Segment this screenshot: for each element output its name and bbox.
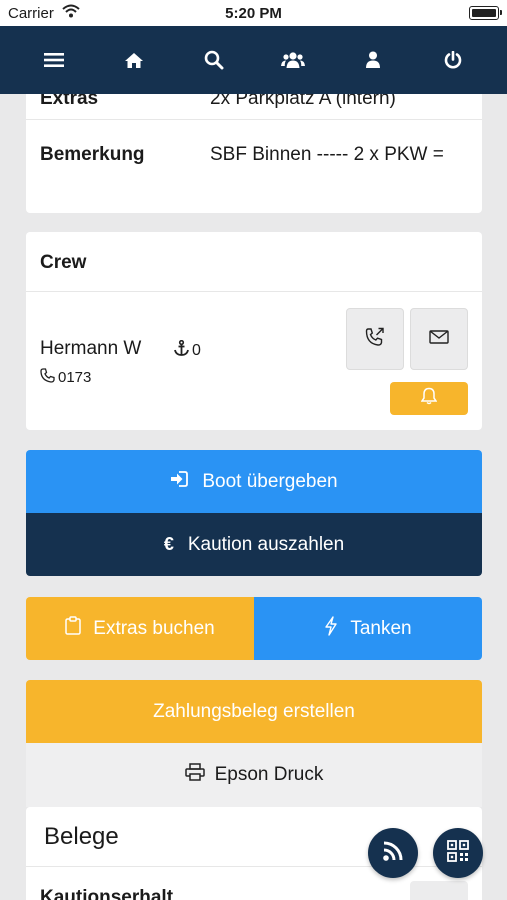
crew-title: Crew (26, 232, 482, 292)
bemerkung-row: Bemerkung SBF Binnen ----- 2 x PKW = (26, 124, 482, 213)
beleg-action-button[interactable] (410, 881, 468, 900)
clipboard-icon (65, 616, 82, 641)
status-time: 5:20 PM (225, 5, 282, 22)
phone-icon (40, 368, 55, 387)
crew-card: Crew Hermann W 0 0173 (26, 232, 482, 430)
user-icon[interactable] (351, 38, 395, 82)
epson-druck-button[interactable]: Epson Druck (26, 743, 482, 807)
extras-buchen-button[interactable]: Extras buchen (26, 597, 254, 660)
crew-member-name: Hermann W (40, 338, 142, 359)
email-button[interactable] (410, 308, 468, 370)
menu-icon[interactable] (32, 38, 76, 82)
anchor-count: 0 (174, 339, 201, 361)
bemerkung-label: Bemerkung (40, 144, 145, 165)
rss-icon (382, 840, 404, 867)
users-icon[interactable] (271, 38, 315, 82)
notify-button[interactable] (390, 382, 468, 415)
bell-icon (420, 387, 438, 410)
epson-druck-label: Epson Druck (214, 764, 324, 785)
sign-in-icon (170, 470, 189, 493)
bemerkung-value: SBF Binnen ----- 2 x PKW = (210, 144, 444, 165)
anchor-count-value: 0 (192, 341, 201, 359)
battery-icon (469, 6, 502, 20)
top-navbar (0, 26, 507, 94)
boot-uebergeben-label: Boot übergeben (202, 470, 338, 492)
printer-icon (184, 763, 205, 787)
kautionserhalt-label: Kautionserhalt (40, 887, 174, 900)
zahlungsbeleg-label: Zahlungsbeleg erstellen (153, 700, 355, 722)
extras-buchen-label: Extras buchen (93, 617, 215, 639)
call-button[interactable] (346, 308, 404, 370)
home-icon[interactable] (112, 38, 156, 82)
tanken-button[interactable]: Tanken (254, 597, 482, 660)
anchor-icon (174, 339, 189, 361)
belege-title: Belege (44, 823, 119, 850)
rss-fab-button[interactable] (368, 828, 418, 878)
crew-phone-number: 0173 (58, 369, 92, 386)
qr-code-icon (447, 839, 469, 867)
bolt-icon (324, 615, 338, 642)
phone-outgoing-icon (364, 326, 386, 353)
qr-fab-button[interactable] (433, 828, 483, 878)
envelope-icon (429, 329, 449, 349)
power-icon[interactable] (431, 38, 475, 82)
search-icon[interactable] (192, 38, 236, 82)
status-bar: Carrier 5:20 PM (0, 0, 507, 26)
crew-phone: 0173 (40, 368, 91, 387)
euro-icon: € (163, 534, 174, 554)
kaution-auszahlen-label: Kaution auszahlen (187, 533, 345, 555)
boot-uebergeben-button[interactable]: Boot übergeben (26, 450, 482, 513)
tanken-label: Tanken (350, 617, 412, 639)
kaution-auszahlen-button[interactable]: € Kaution auszahlen (26, 513, 482, 576)
zahlungsbeleg-button[interactable]: Zahlungsbeleg erstellen (26, 680, 482, 743)
